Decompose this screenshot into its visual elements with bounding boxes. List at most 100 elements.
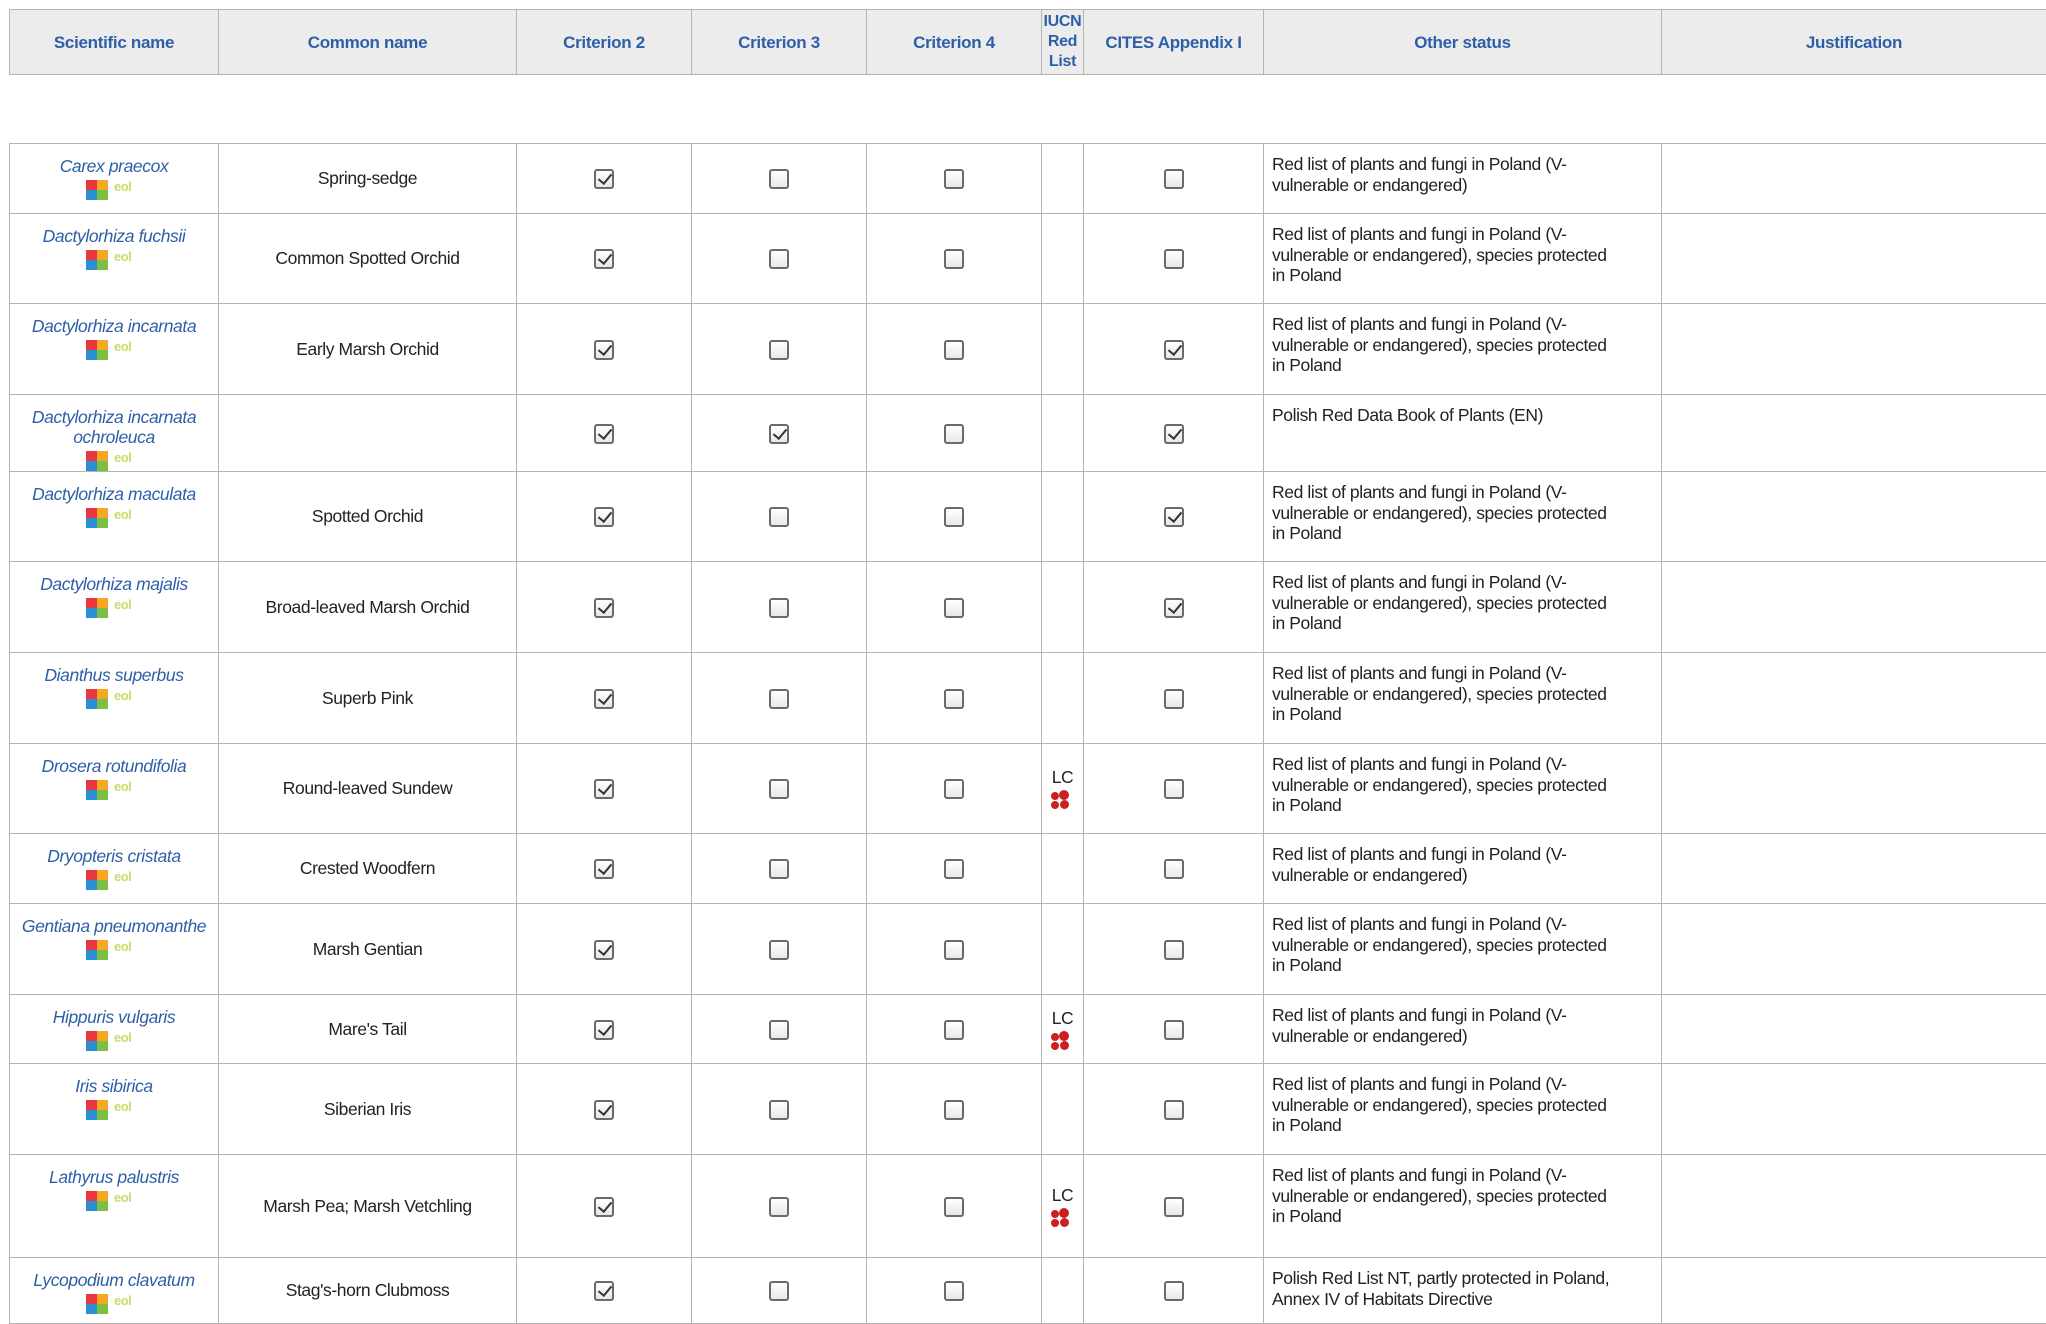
criterion-2-checkbox[interactable] — [594, 689, 614, 709]
criterion-3-checkbox[interactable] — [769, 689, 789, 709]
eol-text-logo-icon[interactable]: eol — [114, 508, 142, 528]
criterion-2-checkbox[interactable] — [594, 507, 614, 527]
header-iucn-red-list[interactable]: IUCN Red List — [1042, 10, 1084, 75]
scientific-name-link[interactable]: Dactylorhiza majalis — [10, 574, 218, 594]
criterion-4-checkbox[interactable] — [944, 340, 964, 360]
criterion-3-checkbox[interactable] — [769, 169, 789, 189]
eol-colored-squares-logo-icon[interactable] — [86, 451, 108, 471]
cites-checkbox[interactable] — [1164, 507, 1184, 527]
criterion-2-checkbox[interactable] — [594, 940, 614, 960]
criterion-2-checkbox[interactable] — [594, 340, 614, 360]
criterion-3-checkbox[interactable] — [769, 249, 789, 269]
eol-text-logo-icon[interactable]: eol — [114, 870, 142, 890]
criterion-4-checkbox[interactable] — [944, 1100, 964, 1120]
eol-colored-squares-logo-icon[interactable] — [86, 940, 108, 960]
header-criterion-3[interactable]: Criterion 3 — [692, 10, 867, 75]
criterion-2-checkbox[interactable] — [594, 1281, 614, 1301]
criterion-2-checkbox[interactable] — [594, 249, 614, 269]
criterion-4-checkbox[interactable] — [944, 598, 964, 618]
scientific-name-link[interactable]: Iris sibirica — [10, 1076, 218, 1096]
cites-checkbox[interactable] — [1164, 249, 1184, 269]
criterion-2-checkbox[interactable] — [594, 1100, 614, 1120]
eol-text-logo-icon[interactable]: eol — [114, 1100, 142, 1120]
criterion-3-checkbox[interactable] — [769, 1281, 789, 1301]
cites-checkbox[interactable] — [1164, 859, 1184, 879]
scientific-name-link[interactable]: Lathyrus palustris — [10, 1167, 218, 1187]
cites-checkbox[interactable] — [1164, 340, 1184, 360]
cites-checkbox[interactable] — [1164, 598, 1184, 618]
scientific-name-link[interactable]: Dactylorhiza fuchsii — [10, 226, 218, 246]
header-other-status[interactable]: Other status — [1264, 10, 1662, 75]
eol-colored-squares-logo-icon[interactable] — [86, 1031, 108, 1051]
header-criterion-2[interactable]: Criterion 2 — [517, 10, 692, 75]
cites-checkbox[interactable] — [1164, 1020, 1184, 1040]
cites-checkbox[interactable] — [1164, 1197, 1184, 1217]
eol-colored-squares-logo-icon[interactable] — [86, 508, 108, 528]
cites-checkbox[interactable] — [1164, 424, 1184, 444]
header-scientific-name[interactable]: Scientific name — [10, 10, 219, 75]
eol-colored-squares-logo-icon[interactable] — [86, 598, 108, 618]
criterion-3-checkbox[interactable] — [769, 340, 789, 360]
eol-colored-squares-logo-icon[interactable] — [86, 250, 108, 270]
iucn-red-list-icon[interactable] — [1051, 1031, 1075, 1051]
iucn-red-list-icon[interactable] — [1051, 790, 1075, 810]
eol-text-logo-icon[interactable]: eol — [114, 598, 142, 618]
eol-text-logo-icon[interactable]: eol — [114, 689, 142, 709]
eol-text-logo-icon[interactable]: eol — [114, 1294, 142, 1314]
criterion-4-checkbox[interactable] — [944, 859, 964, 879]
scientific-name-link[interactable]: Drosera rotundifolia — [10, 756, 218, 776]
scientific-name-link[interactable]: Dactylorhiza maculata — [10, 484, 218, 504]
criterion-3-checkbox[interactable] — [769, 424, 789, 444]
criterion-2-checkbox[interactable] — [594, 1197, 614, 1217]
criterion-3-checkbox[interactable] — [769, 507, 789, 527]
criterion-4-checkbox[interactable] — [944, 1197, 964, 1217]
eol-text-logo-icon[interactable]: eol — [114, 451, 142, 471]
cites-checkbox[interactable] — [1164, 689, 1184, 709]
header-common-name[interactable]: Common name — [219, 10, 517, 75]
criterion-3-checkbox[interactable] — [769, 859, 789, 879]
cites-checkbox[interactable] — [1164, 1100, 1184, 1120]
criterion-3-checkbox[interactable] — [769, 1100, 789, 1120]
criterion-3-checkbox[interactable] — [769, 598, 789, 618]
scientific-name-link[interactable]: Carex praecox — [10, 156, 218, 176]
header-justification[interactable]: Justification — [1662, 10, 2046, 75]
criterion-4-checkbox[interactable] — [944, 1020, 964, 1040]
criterion-4-checkbox[interactable] — [944, 507, 964, 527]
eol-text-logo-icon[interactable]: eol — [114, 340, 142, 360]
criterion-4-checkbox[interactable] — [944, 249, 964, 269]
eol-text-logo-icon[interactable]: eol — [114, 1031, 142, 1051]
eol-text-logo-icon[interactable]: eol — [114, 940, 142, 960]
eol-colored-squares-logo-icon[interactable] — [86, 780, 108, 800]
eol-colored-squares-logo-icon[interactable] — [86, 1100, 108, 1120]
iucn-red-list-icon[interactable] — [1051, 1208, 1075, 1228]
eol-colored-squares-logo-icon[interactable] — [86, 180, 108, 200]
scientific-name-link[interactable]: Dactylorhiza incarnata ochroleuca — [10, 407, 218, 447]
criterion-4-checkbox[interactable] — [944, 1281, 964, 1301]
criterion-3-checkbox[interactable] — [769, 940, 789, 960]
scientific-name-link[interactable]: Dactylorhiza incarnata — [10, 316, 218, 336]
criterion-2-checkbox[interactable] — [594, 424, 614, 444]
header-criterion-4[interactable]: Criterion 4 — [867, 10, 1042, 75]
eol-text-logo-icon[interactable]: eol — [114, 250, 142, 270]
cites-checkbox[interactable] — [1164, 940, 1184, 960]
criterion-2-checkbox[interactable] — [594, 169, 614, 189]
eol-text-logo-icon[interactable]: eol — [114, 180, 142, 200]
criterion-3-checkbox[interactable] — [769, 779, 789, 799]
eol-colored-squares-logo-icon[interactable] — [86, 870, 108, 890]
criterion-4-checkbox[interactable] — [944, 689, 964, 709]
header-cites-appendix[interactable]: CITES Appendix I — [1084, 10, 1264, 75]
criterion-2-checkbox[interactable] — [594, 779, 614, 799]
criterion-2-checkbox[interactable] — [594, 859, 614, 879]
scientific-name-link[interactable]: Lycopodium clavatum — [10, 1270, 218, 1290]
eol-colored-squares-logo-icon[interactable] — [86, 689, 108, 709]
cites-checkbox[interactable] — [1164, 1281, 1184, 1301]
scientific-name-link[interactable]: Gentiana pneumonanthe — [10, 916, 218, 936]
eol-text-logo-icon[interactable]: eol — [114, 1191, 142, 1211]
eol-colored-squares-logo-icon[interactable] — [86, 1294, 108, 1314]
criterion-4-checkbox[interactable] — [944, 779, 964, 799]
eol-text-logo-icon[interactable]: eol — [114, 780, 142, 800]
criterion-4-checkbox[interactable] — [944, 424, 964, 444]
criterion-2-checkbox[interactable] — [594, 1020, 614, 1040]
cites-checkbox[interactable] — [1164, 169, 1184, 189]
cites-checkbox[interactable] — [1164, 779, 1184, 799]
